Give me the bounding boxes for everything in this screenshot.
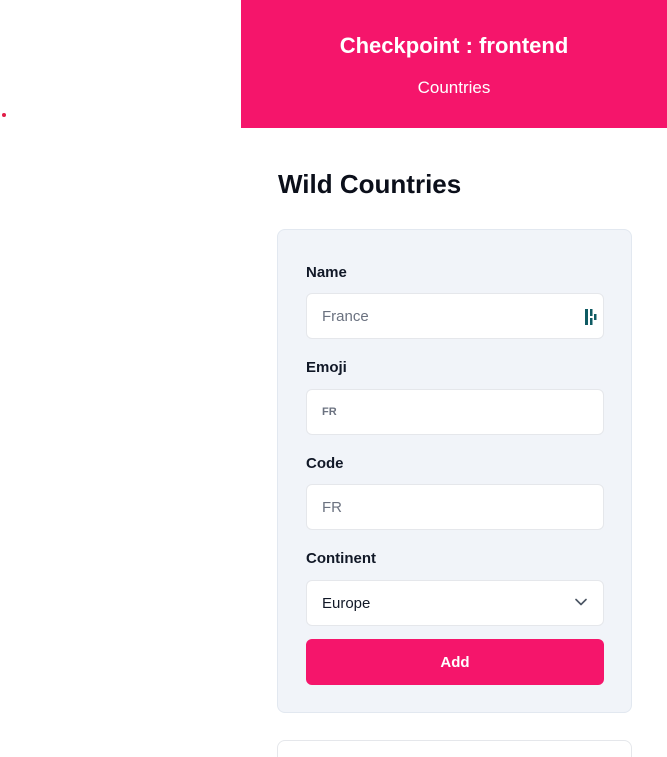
page-title: Wild Countries <box>278 169 462 199</box>
emoji-input[interactable] <box>307 390 603 434</box>
code-field[interactable] <box>306 484 604 530</box>
code-label: Code <box>306 455 344 472</box>
country-list-card <box>277 740 632 757</box>
page: Checkpoint : frontend Countries Wild Cou… <box>0 0 667 757</box>
header-title: Checkpoint : frontend <box>339 33 569 58</box>
name-label: Name <box>306 264 347 281</box>
emoji-field[interactable] <box>306 389 604 435</box>
emoji-label: Emoji <box>306 359 347 376</box>
red-dot-marker <box>2 113 6 117</box>
name-field[interactable] <box>306 293 604 339</box>
header-subtitle: Countries <box>417 78 491 97</box>
chevron-down-icon <box>575 598 587 606</box>
password-manager-autofill-icon[interactable] <box>585 308 597 326</box>
name-input[interactable] <box>307 294 603 338</box>
continent-label: Continent <box>306 550 376 567</box>
add-button[interactable]: Add <box>306 639 604 685</box>
code-input[interactable] <box>307 485 603 529</box>
header-banner: Checkpoint : frontend Countries <box>241 0 667 128</box>
add-country-form: Name Emoji Code Continent Europe <box>277 229 632 713</box>
continent-selected-value: Europe <box>322 595 371 612</box>
continent-select[interactable]: Europe <box>306 580 604 626</box>
